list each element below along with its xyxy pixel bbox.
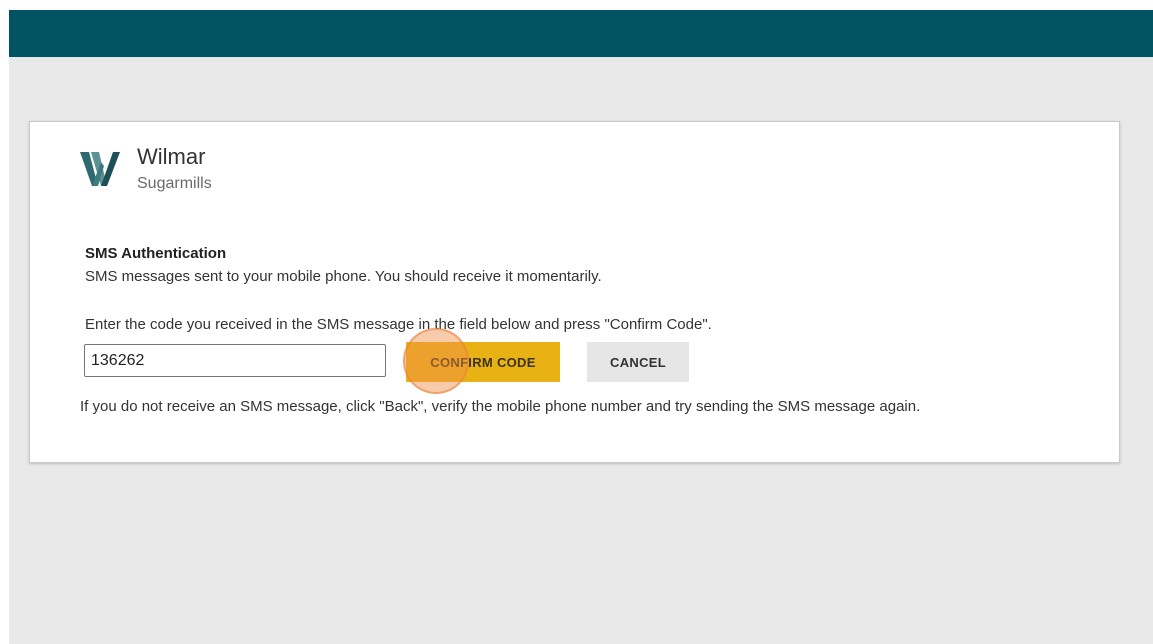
- confirm-code-button[interactable]: CONFIRM CODE: [406, 342, 560, 382]
- wilmar-w-logo-icon: [80, 152, 120, 186]
- brand-name: Wilmar: [137, 144, 206, 169]
- cancel-button[interactable]: CANCEL: [587, 342, 689, 382]
- code-instruction: Enter the code you received in the SMS m…: [85, 316, 712, 333]
- header-bar: [9, 10, 1153, 57]
- help-text: If you do not receive an SMS message, cl…: [80, 398, 921, 415]
- code-input[interactable]: [84, 344, 386, 377]
- sms-sent-info: SMS messages sent to your mobile phone. …: [85, 268, 602, 285]
- sms-auth-card: Wilmar Sugarmills SMS Authentication SMS…: [29, 121, 1120, 463]
- section-title: SMS Authentication: [85, 245, 227, 262]
- brand-subtitle: Sugarmills: [137, 175, 212, 192]
